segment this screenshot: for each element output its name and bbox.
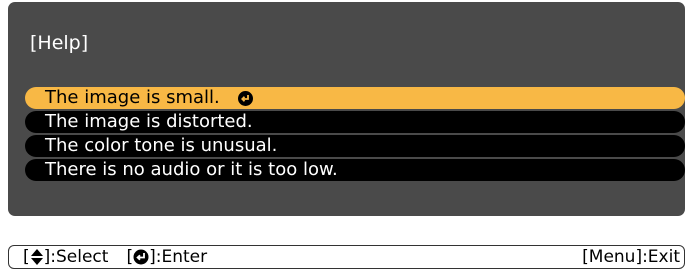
help-item-image-small[interactable]: The image is small. [25, 87, 685, 109]
key-guide-left: [ ]:Select [ ]:Enter [23, 247, 207, 267]
help-item-label: The color tone is unusual. [45, 135, 278, 156]
enter-bracket-open: [ [126, 247, 134, 267]
help-item-audio[interactable]: There is no audio or it is too low. [25, 159, 685, 181]
page-title: [Help] [30, 32, 89, 54]
key-guide-bar: [ ]:Select [ ]:Enter [Menu]:Exit [8, 245, 685, 269]
help-item-image-distorted[interactable]: The image is distorted. [25, 111, 685, 133]
help-item-label: The image is distorted. [45, 111, 253, 132]
enter-icon [133, 249, 149, 265]
select-hint-label: ]:Select [43, 247, 109, 267]
help-item-color-tone[interactable]: The color tone is unusual. [25, 135, 685, 157]
select-bracket-open: [ [23, 247, 30, 267]
enter-hint: [ ]:Enter [126, 247, 207, 267]
help-item-label: The image is small. [45, 87, 220, 108]
enter-icon [237, 90, 253, 106]
select-hint: [ ]:Select [23, 247, 108, 267]
exit-hint: [Menu]:Exit [582, 247, 680, 267]
help-topics-list: The image is small. The image is distort… [25, 87, 685, 183]
up-down-arrow-icon [30, 249, 43, 265]
help-item-label: There is no audio or it is too low. [45, 159, 338, 180]
help-panel: [Help] The image is small. The image is … [8, 2, 685, 216]
enter-hint-label: ]:Enter [149, 247, 208, 267]
